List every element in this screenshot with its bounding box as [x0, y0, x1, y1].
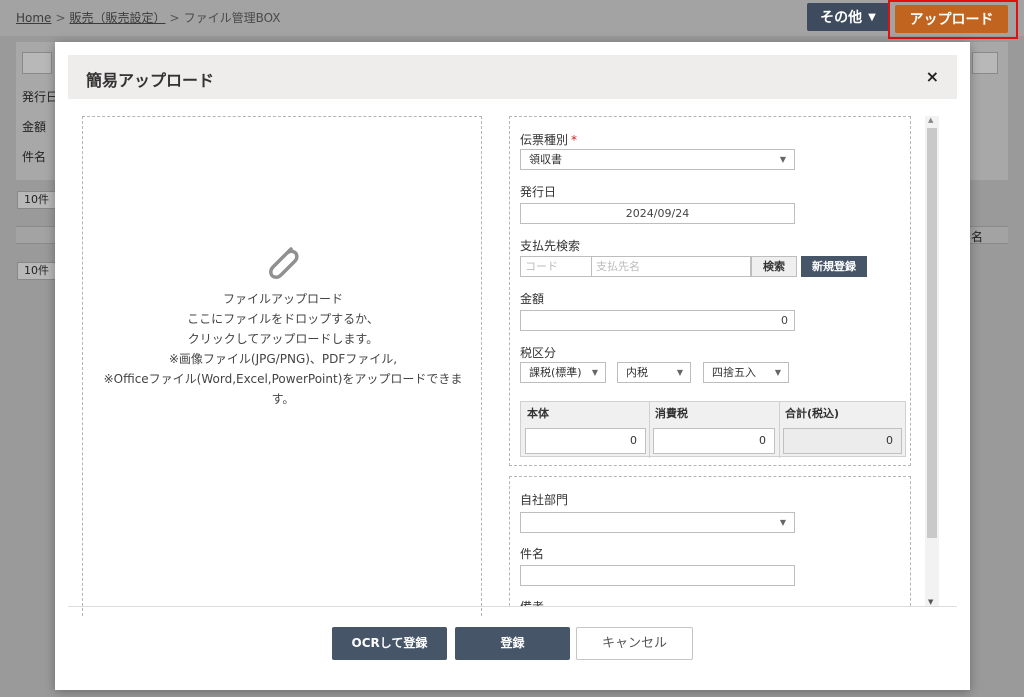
breadcrumb: Home > 販売（販売設定） > ファイル管理BOX: [16, 9, 281, 26]
tax-inclusion-value: 内税: [626, 366, 648, 379]
tax-amount-input[interactable]: 0: [653, 428, 775, 454]
paperclip-icon: [269, 247, 299, 279]
voucher-details-section: 伝票種別 * 領収書 ▼ 発行日 2024/09/24 支払先検索 コード 支払先…: [509, 116, 911, 466]
department-label: 自社部門: [520, 493, 569, 507]
issue-date-label: 発行日: [520, 185, 557, 199]
payee-search-button[interactable]: 検索: [751, 256, 797, 277]
scroll-down-icon[interactable]: ▼: [928, 598, 933, 606]
breadcrumb-home-link[interactable]: Home: [16, 11, 51, 25]
tax-inclusion-select[interactable]: 内税 ▼: [617, 362, 691, 383]
drop-zone-line: ここにファイルをドロップするか、: [187, 312, 379, 326]
scroll-up-icon[interactable]: ▲: [928, 116, 933, 124]
upload-button[interactable]: アップロード: [895, 5, 1008, 33]
ocr-register-button[interactable]: OCRして登録: [332, 627, 447, 660]
register-button[interactable]: 登録: [455, 627, 570, 660]
amount-input[interactable]: 0: [520, 310, 795, 331]
other-menu-button[interactable]: その他 ▼: [807, 3, 889, 31]
close-icon[interactable]: ×: [926, 67, 939, 86]
breadcrumb-current: ファイル管理BOX: [183, 11, 281, 25]
background-label-subject: 件名: [22, 150, 47, 164]
tax-type-select[interactable]: 課税(標準) ▼: [520, 362, 606, 383]
dropdown-arrow-icon: ▼: [779, 155, 786, 164]
modal-header: 簡易アップロード ×: [68, 55, 957, 99]
rounding-select[interactable]: 四捨五入 ▼: [703, 362, 789, 383]
subject-input[interactable]: [520, 565, 795, 586]
drop-zone-line: ファイルアップロード: [222, 292, 343, 306]
simple-upload-modal: 簡易アップロード × ファイルアップロード ここにファイルをドロップするか、 ク…: [55, 42, 970, 690]
background-field: [22, 52, 52, 74]
drop-zone-line: ※画像ファイル(JPG/PNG)、PDFファイル,: [168, 352, 398, 366]
required-mark: *: [571, 133, 578, 147]
subject-label: 件名: [520, 547, 545, 561]
background-field: [972, 52, 998, 74]
column-header-total: 合計(税込): [785, 407, 840, 420]
voucher-type-value: 領収書: [529, 153, 562, 166]
dropdown-arrow-icon: ▼: [676, 368, 683, 377]
drop-zone-line: す。: [271, 392, 295, 406]
drop-zone-line: ※Officeファイル(Word,Excel,PowerPoint)をアップロー…: [103, 372, 463, 386]
modal-title: 簡易アップロード: [86, 71, 215, 90]
caret-down-icon: ▼: [868, 11, 876, 23]
form-scrollbar[interactable]: ▲ ▼: [925, 116, 939, 606]
breadcrumb-separator: >: [169, 11, 180, 25]
background-label-issue-date: 発行日: [22, 90, 59, 104]
column-header-tax: 消費税: [655, 407, 688, 420]
remarks-label: 備考: [520, 598, 544, 606]
issue-date-input[interactable]: 2024/09/24: [520, 203, 795, 224]
dropdown-arrow-icon: ▼: [779, 518, 786, 527]
file-drop-zone[interactable]: ファイルアップロード ここにファイルをドロップするか、 クリックしてアップロード…: [82, 116, 482, 616]
page-size-select-top: 10件: [17, 191, 57, 209]
dropdown-arrow-icon: ▼: [774, 368, 781, 377]
payee-code-input[interactable]: コード: [520, 256, 592, 277]
modal-footer-divider: [68, 606, 957, 607]
drop-zone-text: ファイルアップロード ここにファイルをドロップするか、 クリックしてアップロード…: [83, 289, 483, 409]
scrollbar-thumb[interactable]: [927, 128, 937, 538]
payee-name-input[interactable]: 支払先名: [591, 256, 751, 277]
voucher-type-select[interactable]: 領収書 ▼: [520, 149, 795, 170]
amount-breakdown-table: 本体 消費税 合計(税込) 0 0 0: [520, 401, 906, 458]
cancel-button[interactable]: キャンセル: [576, 627, 693, 660]
department-select[interactable]: ▼: [520, 512, 795, 533]
tax-category-label: 税区分: [520, 346, 557, 360]
new-register-button[interactable]: 新規登録: [801, 256, 867, 277]
breadcrumb-sales-link[interactable]: 販売（販売設定）: [70, 11, 166, 25]
background-column-name: 名: [971, 230, 984, 244]
drop-zone-line: クリックしてアップロードします。: [187, 332, 379, 346]
page-size-select-bottom: 10件: [17, 262, 57, 280]
top-bar: Home > 販売（販売設定） > ファイル管理BOX その他 ▼ アップロード: [0, 0, 1024, 39]
base-amount-input[interactable]: 0: [525, 428, 646, 454]
upload-button-highlight: アップロード: [888, 0, 1018, 39]
voucher-type-label: 伝票種別 *: [520, 133, 578, 147]
payee-search-label: 支払先検索: [520, 239, 581, 253]
other-details-section: 自社部門 ▼ 件名 備考: [509, 476, 911, 606]
column-header-base: 本体: [527, 407, 549, 420]
rounding-value: 四捨五入: [712, 366, 756, 379]
background-label-amount: 金額: [22, 120, 47, 134]
other-menu-label: その他: [820, 10, 863, 26]
amount-label: 金額: [520, 292, 545, 306]
form-scroll-area: 伝票種別 * 領収書 ▼ 発行日 2024/09/24 支払先検索 コード 支払先…: [509, 116, 939, 606]
table-divider: [649, 402, 650, 458]
tax-type-value: 課税(標準): [529, 366, 582, 379]
breadcrumb-separator: >: [55, 11, 66, 25]
table-divider: [779, 402, 780, 458]
total-amount-field: 0: [783, 428, 902, 454]
dropdown-arrow-icon: ▼: [591, 368, 598, 377]
